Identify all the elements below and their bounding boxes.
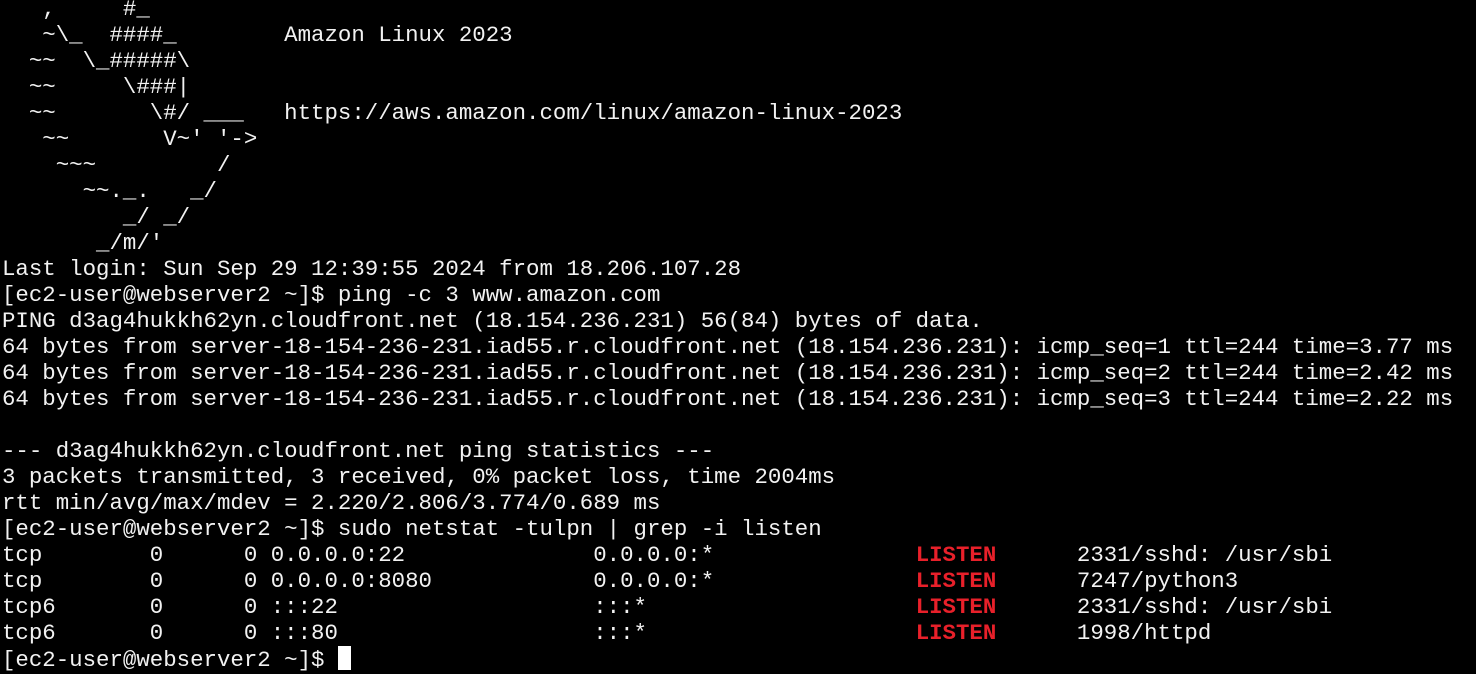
ping-stats-title: --- d3ag4hukkh62yn.cloudfront.net ping s…	[2, 438, 715, 464]
command-line-ping: [ec2-user@webserver2 ~]$ ping -c 3 www.a…	[2, 282, 660, 308]
netstat-row-suffix: 1998/httpd	[996, 620, 1212, 646]
ping-reply-line: 64 bytes from server-18-154-236-231.iad5…	[2, 334, 1454, 360]
netstat-row-suffix: 2331/sshd: /usr/sbi	[996, 594, 1333, 620]
ping-stats-rtt: rtt min/avg/max/mdev = 2.220/2.806/3.774…	[2, 490, 661, 516]
listen-state: LISTEN	[915, 620, 997, 646]
shell-prompt: [ec2-user@webserver2 ~]$	[2, 516, 338, 542]
terminal-window[interactable]: , #_ ~\_ ####_ Amazon Linux 2023 ~~ \_##…	[0, 0, 1476, 674]
listen-state: LISTEN	[915, 594, 997, 620]
netstat-row-prefix: tcp 0 0 0.0.0.0:8080 0.0.0.0:*	[2, 568, 916, 594]
banner-art-line: _/m/'	[2, 230, 164, 256]
command-line-netstat: [ec2-user@webserver2 ~]$ sudo netstat -t…	[2, 516, 822, 542]
netstat-row-prefix: tcp6 0 0 :::22 :::*	[2, 594, 916, 620]
last-login-line: Last login: Sun Sep 29 12:39:55 2024 fro…	[2, 256, 742, 282]
netstat-row-suffix: 2331/sshd: /usr/sbi	[996, 542, 1333, 568]
shell-prompt: [ec2-user@webserver2 ~]$	[2, 647, 338, 673]
netstat-row-prefix: tcp 0 0 0.0.0.0:22 0.0.0.0:*	[2, 542, 916, 568]
ping-header-line: PING d3ag4hukkh62yn.cloudfront.net (18.1…	[2, 308, 983, 334]
ping-reply-line: 64 bytes from server-18-154-236-231.iad5…	[2, 386, 1454, 412]
netstat-row: tcp 0 0 0.0.0.0:22 0.0.0.0:* LISTEN 2331…	[2, 542, 1332, 568]
banner-art-line: ~\_ ####_ Amazon Linux 2023	[2, 22, 513, 48]
banner-art-line: ~~ \#/ ___ https://aws.amazon.com/linux/…	[2, 100, 903, 126]
netstat-row-prefix: tcp6 0 0 :::80 :::*	[2, 620, 916, 646]
shell-prompt: [ec2-user@webserver2 ~]$	[2, 282, 338, 308]
ping-reply-line: 64 bytes from server-18-154-236-231.iad5…	[2, 360, 1454, 386]
banner-art-line: ~~ V~' '->	[2, 126, 258, 152]
listen-state: LISTEN	[915, 568, 997, 594]
banner-art-line: ~~ \###|	[2, 74, 191, 100]
banner-art-line: ~~ \_#####\	[2, 48, 191, 74]
active-prompt-line[interactable]: [ec2-user@webserver2 ~]$	[2, 646, 351, 673]
command-text: ping -c 3 www.amazon.com	[337, 282, 661, 308]
ping-stats-packets: 3 packets transmitted, 3 received, 0% pa…	[2, 464, 836, 490]
netstat-row: tcp 0 0 0.0.0.0:8080 0.0.0.0:* LISTEN 72…	[2, 568, 1238, 594]
banner-art-line: , #_	[2, 0, 150, 22]
banner-art-line: ~~._. _/	[2, 178, 217, 204]
netstat-row: tcp6 0 0 :::22 :::* LISTEN 2331/sshd: /u…	[2, 594, 1332, 620]
banner-art-line: _/ _/	[2, 204, 191, 230]
listen-state: LISTEN	[915, 542, 997, 568]
text-cursor[interactable]	[337, 646, 351, 670]
netstat-row: tcp6 0 0 :::80 :::* LISTEN 1998/httpd	[2, 620, 1211, 646]
command-text: sudo netstat -tulpn | grep -i listen	[337, 516, 822, 542]
banner-art-line: ~~~ /	[2, 152, 231, 178]
netstat-row-suffix: 7247/python3	[996, 568, 1239, 594]
